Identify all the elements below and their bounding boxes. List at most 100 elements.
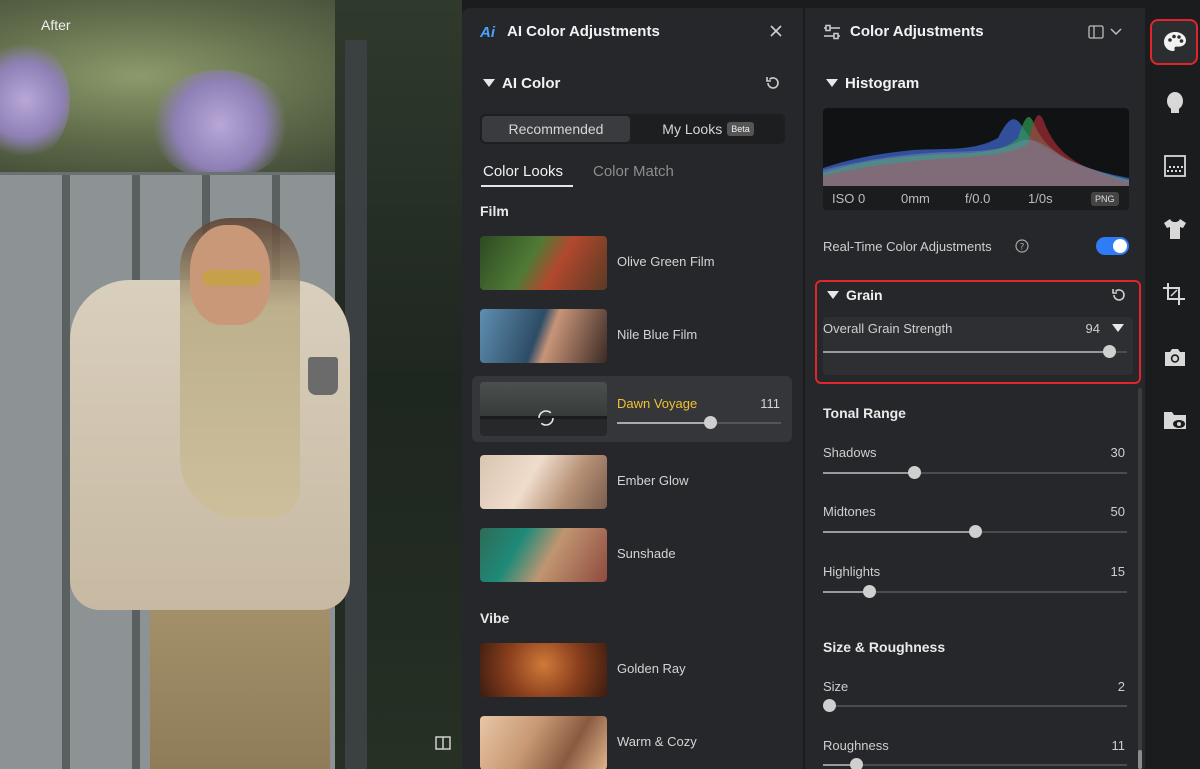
tab-color-looks[interactable]: Color Looks <box>483 163 563 180</box>
collapse-triangle-icon[interactable] <box>826 79 838 87</box>
look-thumbnail <box>480 528 607 582</box>
look-item[interactable]: Warm & Cozy <box>472 710 792 769</box>
help-icon[interactable]: ? <box>1015 239 1029 253</box>
crop-icon[interactable] <box>1162 282 1188 306</box>
color-adjustments-panel: Color Adjustments Histogram ISO 0 0mm f/… <box>805 8 1145 769</box>
slider-knob[interactable] <box>850 758 864 769</box>
highlights-label: Highlights <box>823 564 881 579</box>
slider-knob[interactable] <box>969 525 982 538</box>
folder-view-icon[interactable] <box>1162 408 1188 432</box>
compare-split-icon[interactable] <box>434 734 452 752</box>
slider-knob[interactable] <box>908 466 922 479</box>
size-label: Size <box>823 679 849 694</box>
overall-grain-slider[interactable] <box>823 345 1127 358</box>
realtime-toggle[interactable] <box>1096 237 1129 255</box>
histogram-title[interactable]: Histogram <box>845 75 919 92</box>
look-item-selected[interactable]: Dawn Voyage 111 <box>472 376 792 442</box>
ca-panel-title: Color Adjustments <box>850 23 984 40</box>
photo-person-cup <box>308 357 338 395</box>
shadows-value[interactable]: 30 <box>1085 445 1125 460</box>
face-icon[interactable] <box>1162 90 1188 114</box>
overall-grain-value[interactable]: 94 <box>1060 321 1100 336</box>
look-strength-knob[interactable] <box>704 416 718 429</box>
my-looks-tab[interactable]: My Looks Beta <box>633 116 783 142</box>
look-thumbnail <box>480 716 607 769</box>
triangle-down-icon[interactable] <box>1112 324 1124 332</box>
midtones-label: Midtones <box>823 504 876 519</box>
slider-fill <box>823 351 1109 353</box>
scrollbar-track[interactable] <box>1138 388 1142 769</box>
tool-sidebar <box>1146 0 1200 769</box>
shadows-slider[interactable] <box>823 466 1127 479</box>
look-label: Sunshade <box>617 546 676 561</box>
look-thumbnail <box>480 309 607 363</box>
collapse-triangle-icon[interactable] <box>827 291 839 299</box>
close-icon[interactable] <box>768 23 784 39</box>
grain-section-highlight: Grain Overall Grain Strength 94 <box>815 280 1141 384</box>
sliders-icon <box>824 24 840 40</box>
roughness-slider[interactable] <box>823 758 1127 769</box>
size-value[interactable]: 2 <box>1085 679 1125 694</box>
collapse-triangle-icon[interactable] <box>483 79 495 87</box>
camera-icon[interactable] <box>1162 345 1188 369</box>
look-item[interactable]: Ember Glow <box>472 449 792 515</box>
look-thumbnail <box>480 455 607 509</box>
slider-knob[interactable] <box>862 585 876 598</box>
look-label: Nile Blue Film <box>617 327 698 342</box>
midtones-value[interactable]: 50 <box>1085 504 1125 519</box>
roughness-value[interactable]: 11 <box>1085 738 1126 753</box>
focal-length-value: 0mm <box>901 191 930 206</box>
look-item[interactable]: Nile Blue Film <box>472 303 792 369</box>
look-label: Ember Glow <box>617 473 689 488</box>
recommended-tab-label: Recommended <box>508 121 604 137</box>
slider-fill <box>823 531 975 533</box>
slider-knob[interactable] <box>1102 345 1116 358</box>
highlights-slider[interactable] <box>823 585 1127 598</box>
histogram: ISO 0 0mm f/0.0 1/0s PNG <box>823 108 1129 210</box>
midtones-slider[interactable] <box>823 525 1127 538</box>
iso-value: ISO 0 <box>832 191 866 206</box>
look-strength-value: 111 <box>760 396 780 411</box>
my-looks-tab-label: My Looks <box>662 121 723 137</box>
shirt-icon[interactable] <box>1162 217 1188 241</box>
reset-icon[interactable] <box>1110 286 1128 304</box>
shutter-value: 1/0s <box>1028 191 1053 206</box>
ai-color-section-title[interactable]: AI Color <box>502 75 560 92</box>
slider-fill <box>823 472 915 474</box>
slider-knob[interactable] <box>823 699 837 712</box>
ai-color-panel: Ai AI Color Adjustments AI Color Recomme… <box>462 8 803 769</box>
look-strength-slider[interactable] <box>617 416 781 429</box>
ai-panel-title: AI Color Adjustments <box>507 23 660 40</box>
look-thumbnail <box>480 382 607 436</box>
look-item[interactable]: Olive Green Film <box>472 230 792 296</box>
size-slider[interactable] <box>823 699 1127 712</box>
aperture-value: f/0.0 <box>965 191 991 206</box>
look-item[interactable]: Sunshade <box>472 522 792 588</box>
reset-icon[interactable] <box>764 74 782 92</box>
group-title-film: Film <box>480 203 509 219</box>
look-label: Olive Green Film <box>617 254 715 269</box>
realtime-label: Real-Time Color Adjustments <box>823 239 992 254</box>
ai-panel-header: Ai AI Color Adjustments <box>462 8 803 56</box>
look-label: Golden Ray <box>617 661 686 676</box>
histogram-graph <box>823 115 1129 188</box>
look-label: Dawn Voyage <box>617 396 698 411</box>
tab-color-match[interactable]: Color Match <box>593 163 674 180</box>
photo-preview[interactable]: After <box>0 0 462 769</box>
scrollbar-thumb[interactable] <box>1138 750 1142 769</box>
recommended-tab[interactable]: Recommended <box>482 116 630 142</box>
shadows-label: Shadows <box>823 445 877 460</box>
format-badge: PNG <box>1091 192 1119 206</box>
texture-icon[interactable] <box>1162 154 1188 178</box>
grain-title[interactable]: Grain <box>846 287 883 303</box>
layout-toggle-icon[interactable] <box>1088 25 1104 39</box>
look-thumbnail <box>480 643 607 697</box>
roughness-label: Roughness <box>823 738 889 753</box>
chevron-down-icon[interactable] <box>1109 24 1123 38</box>
palette-icon[interactable] <box>1162 30 1188 54</box>
highlights-value[interactable]: 15 <box>1085 564 1125 579</box>
toggle-knob <box>1113 239 1127 253</box>
look-item[interactable]: Golden Ray <box>472 637 792 703</box>
histogram-metadata: ISO 0 0mm f/0.0 1/0s PNG <box>823 186 1129 210</box>
overall-grain-control: Overall Grain Strength 94 <box>823 317 1133 375</box>
